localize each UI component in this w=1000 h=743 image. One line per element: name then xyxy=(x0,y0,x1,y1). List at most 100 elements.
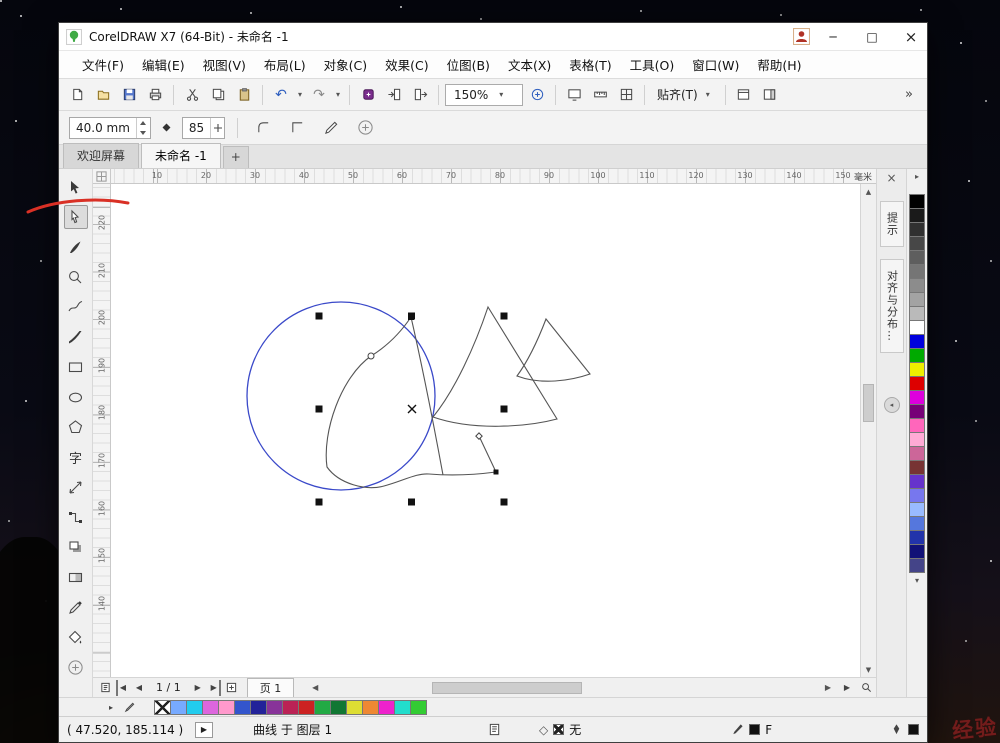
menu-item-7[interactable]: 位图(B) xyxy=(438,51,499,78)
new-document-button[interactable] xyxy=(65,83,89,107)
color-eyedropper-tool[interactable] xyxy=(64,595,88,619)
nib-angle-stepper[interactable] xyxy=(210,118,224,138)
text-tool[interactable]: 字 xyxy=(64,445,88,469)
tab-document[interactable]: 未命名 -1 xyxy=(141,143,221,168)
color-swatch[interactable] xyxy=(909,474,925,489)
color-swatch[interactable] xyxy=(909,446,925,461)
page-tab[interactable]: 页 1 xyxy=(247,678,295,698)
menu-item-10[interactable]: 工具(O) xyxy=(621,51,684,78)
nib-size-input[interactable]: 40.0 mm xyxy=(69,117,151,139)
add-tool-button[interactable] xyxy=(64,655,88,679)
color-swatch[interactable] xyxy=(909,306,925,321)
import-button[interactable] xyxy=(382,83,406,107)
interactive-fill-tool[interactable] xyxy=(64,625,88,649)
rectangle-tool[interactable] xyxy=(64,355,88,379)
minimize-button[interactable]: ─ xyxy=(817,23,849,50)
color-swatch[interactable] xyxy=(909,376,925,391)
menu-item-8[interactable]: 文本(X) xyxy=(499,51,560,78)
drop-shadow-tool[interactable] xyxy=(64,535,88,559)
coordinates-play-button[interactable]: ▶ xyxy=(195,722,213,738)
fill-indicator[interactable]: ◇ 无 xyxy=(539,721,581,738)
color-swatch[interactable] xyxy=(909,194,925,209)
color-swatch[interactable] xyxy=(909,278,925,293)
menu-item-9[interactable]: 表格(T) xyxy=(560,51,620,78)
shape-tool[interactable] xyxy=(64,205,88,229)
color-swatch[interactable] xyxy=(186,700,203,715)
no-color-swatch[interactable] xyxy=(154,700,171,715)
menu-item-4[interactable]: 布局(L) xyxy=(255,51,315,78)
fullscreen-preview-button[interactable] xyxy=(562,83,586,107)
palette-options-icon[interactable]: ▸ xyxy=(915,169,919,183)
color-swatch[interactable] xyxy=(330,700,347,715)
menu-item-2[interactable]: 编辑(E) xyxy=(133,51,194,78)
zoom-fit-button[interactable] xyxy=(858,680,874,696)
docker-tab-hints[interactable]: 提示 xyxy=(880,201,904,247)
undo-button[interactable]: ↶ xyxy=(269,83,293,107)
hscroll-track[interactable] xyxy=(323,681,820,695)
hscroll-thumb[interactable] xyxy=(432,682,581,694)
previous-page-button[interactable]: ◀ xyxy=(131,680,147,696)
horizontal-ruler[interactable]: 102030405060708090100110120130140150 xyxy=(111,169,850,183)
pan-right-button[interactable]: ▶ xyxy=(839,680,855,696)
palette-scroll-down-icon[interactable]: ▾ xyxy=(915,573,919,587)
color-swatch[interactable] xyxy=(909,390,925,405)
add-preset-button[interactable] xyxy=(352,116,378,140)
last-page-button[interactable]: ▶ xyxy=(209,680,221,696)
polygon-tool[interactable] xyxy=(64,415,88,439)
first-page-button[interactable]: ◀ xyxy=(116,680,128,696)
smudge-tool[interactable] xyxy=(64,235,88,259)
dimension-tool[interactable] xyxy=(64,475,88,499)
selection-center-mark[interactable] xyxy=(408,405,416,413)
color-swatch[interactable] xyxy=(909,348,925,363)
zoom-relative-button[interactable] xyxy=(525,83,549,107)
color-swatch[interactable] xyxy=(909,460,925,475)
artistic-media-tool[interactable] xyxy=(64,325,88,349)
hscroll-left-icon[interactable]: ◀ xyxy=(307,683,323,692)
vertical-ruler[interactable]: 220210200190180170160150140 xyxy=(93,184,111,677)
color-swatch[interactable] xyxy=(909,222,925,237)
docker-flyout-handle[interactable]: ◂ xyxy=(884,397,900,413)
outline-indicator[interactable]: F xyxy=(731,723,772,737)
sharp-corner-button[interactable] xyxy=(284,116,310,140)
color-swatch[interactable] xyxy=(909,488,925,503)
ellipse-object[interactable] xyxy=(247,302,435,490)
docker-tab-align-distribute[interactable]: 对齐与分布… xyxy=(880,259,904,353)
zoom-level-select[interactable]: 150% ▾ xyxy=(445,84,523,106)
scroll-up-icon[interactable]: ▲ xyxy=(866,184,871,199)
menu-item-6[interactable]: 效果(C) xyxy=(376,51,437,78)
curve-nodes[interactable] xyxy=(368,314,499,475)
close-button[interactable]: × xyxy=(895,23,927,50)
paste-button[interactable] xyxy=(232,83,256,107)
color-swatch[interactable] xyxy=(234,700,251,715)
color-swatch[interactable] xyxy=(909,334,925,349)
menu-item-11[interactable]: 窗口(W) xyxy=(683,51,748,78)
color-swatch[interactable] xyxy=(909,264,925,279)
menu-item-1[interactable]: 文件(F) xyxy=(73,51,133,78)
color-swatch[interactable] xyxy=(909,404,925,419)
ruler-origin-button[interactable] xyxy=(93,169,111,183)
color-swatch[interactable] xyxy=(909,530,925,545)
document-info-icon[interactable] xyxy=(488,723,501,736)
export-button[interactable] xyxy=(408,83,432,107)
color-swatch[interactable] xyxy=(250,700,267,715)
docker-panel-button[interactable] xyxy=(758,83,782,107)
color-swatch[interactable] xyxy=(314,700,331,715)
curve-object[interactable] xyxy=(326,307,590,488)
color-swatch[interactable] xyxy=(282,700,299,715)
color-swatch[interactable] xyxy=(346,700,363,715)
application-launcher-button[interactable] xyxy=(356,83,380,107)
color-swatch[interactable] xyxy=(394,700,411,715)
color-swatch[interactable] xyxy=(909,292,925,307)
color-swatch[interactable] xyxy=(410,700,427,715)
transparency-tool[interactable] xyxy=(64,565,88,589)
color-swatch[interactable] xyxy=(266,700,283,715)
color-swatch[interactable] xyxy=(909,250,925,265)
account-icon[interactable] xyxy=(793,28,810,45)
connector-tool[interactable] xyxy=(64,505,88,529)
ellipse-tool[interactable] xyxy=(64,385,88,409)
add-page-button[interactable] xyxy=(224,680,240,696)
open-button[interactable] xyxy=(91,83,115,107)
options-button[interactable] xyxy=(732,83,756,107)
show-grid-button[interactable] xyxy=(614,83,638,107)
nib-size-spinner[interactable] xyxy=(136,118,150,138)
